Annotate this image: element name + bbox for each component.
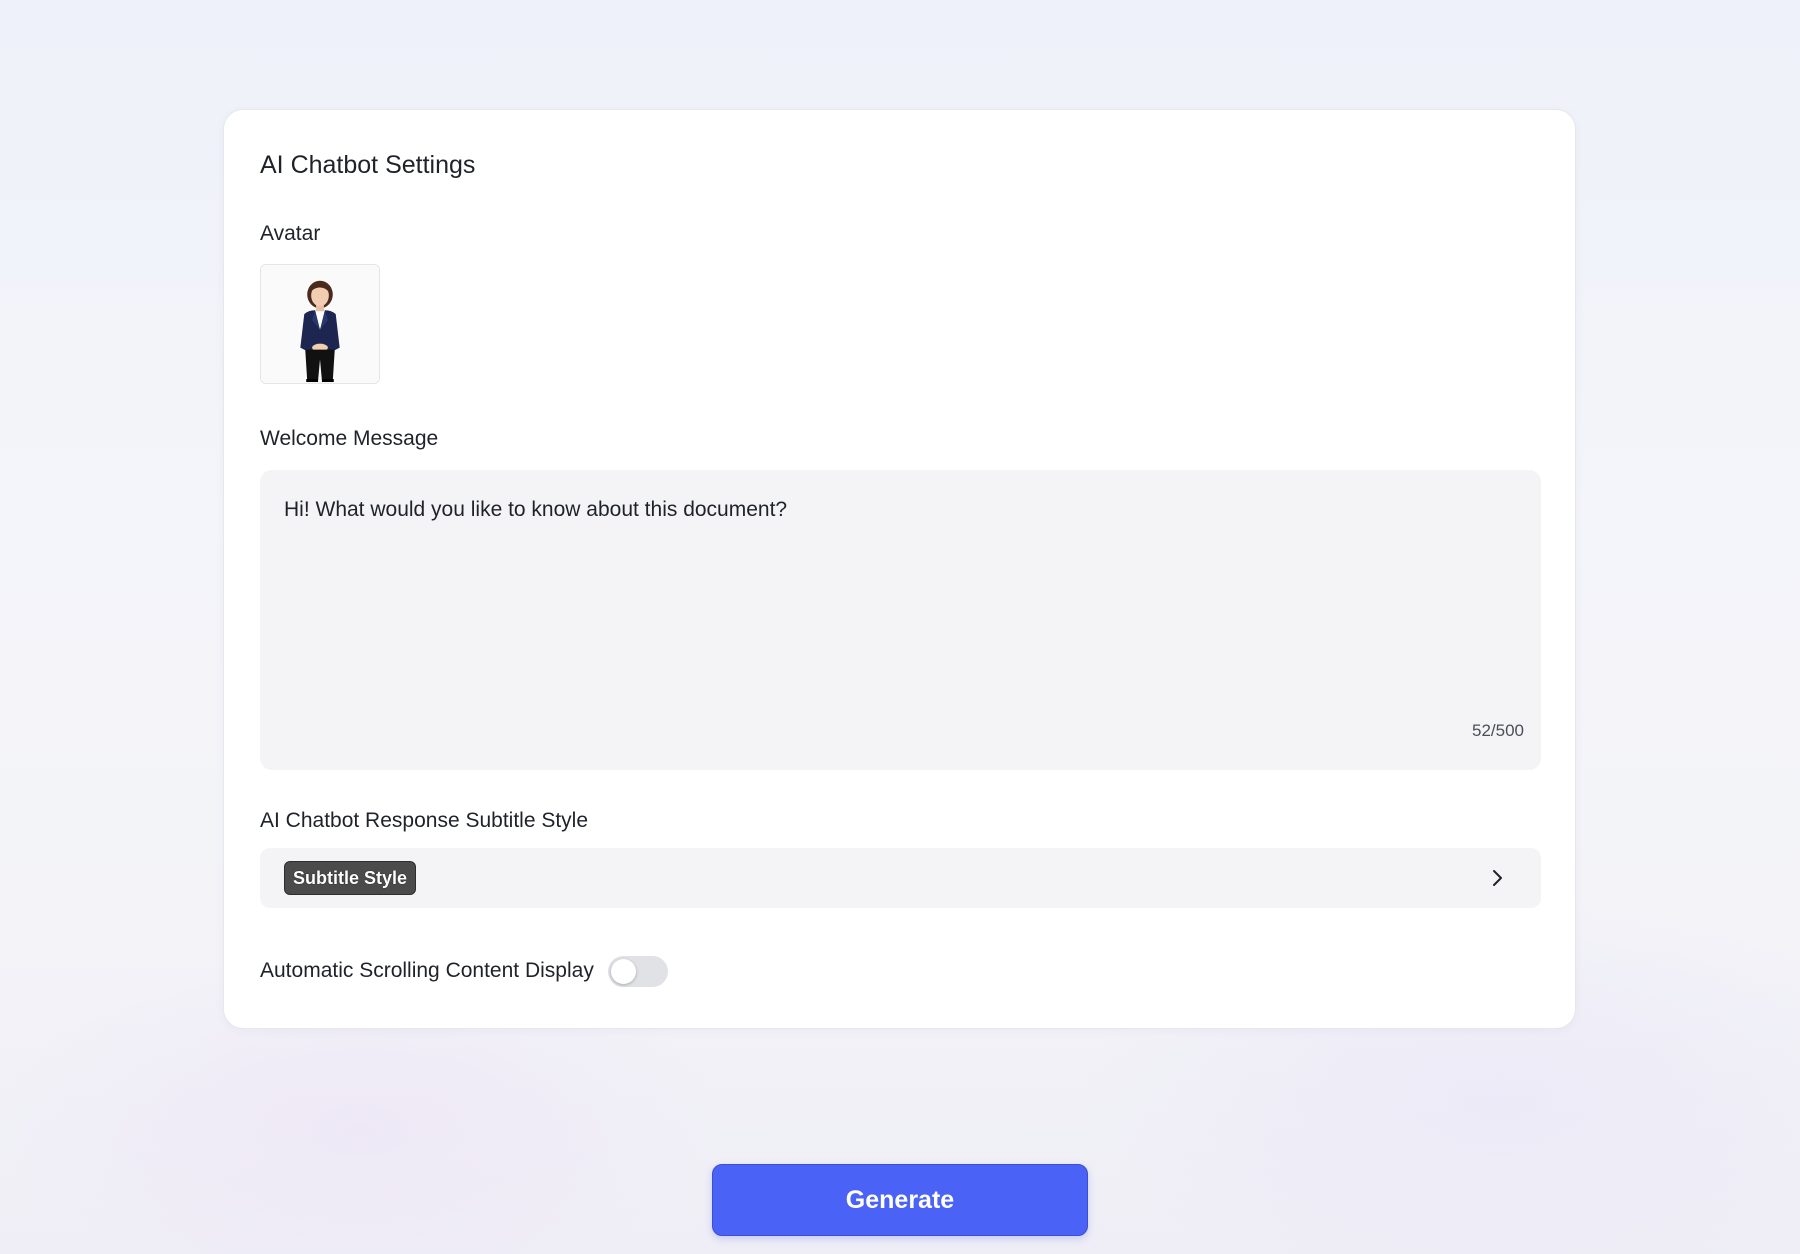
welcome-message-textarea[interactable]: Hi! What would you like to know about th… — [260, 470, 1541, 770]
avatar[interactable] — [260, 264, 380, 384]
settings-card: AI Chatbot Settings Avatar Welcome Messa… — [223, 109, 1576, 1029]
auto-scroll-row: Automatic Scrolling Content Display — [260, 955, 668, 987]
avatar-figure-icon — [261, 265, 379, 383]
welcome-message-value[interactable]: Hi! What would you like to know about th… — [284, 496, 787, 524]
avatar-label: Avatar — [260, 222, 321, 245]
subtitle-style-label: AI Chatbot Response Subtitle Style — [260, 809, 589, 832]
card-title: AI Chatbot Settings — [260, 151, 476, 179]
generate-button[interactable]: Generate — [712, 1164, 1088, 1236]
welcome-message-label: Welcome Message — [260, 427, 439, 450]
toggle-knob — [610, 958, 636, 984]
auto-scroll-label: Automatic Scrolling Content Display — [260, 959, 594, 982]
auto-scroll-toggle[interactable] — [607, 955, 668, 987]
subtitle-style-chip: Subtitle Style — [284, 861, 417, 895]
chevron-right-icon[interactable] — [1487, 868, 1507, 888]
subtitle-style-select[interactable]: Subtitle Style — [260, 848, 1541, 908]
character-counter: 52/500 — [1472, 721, 1524, 740]
